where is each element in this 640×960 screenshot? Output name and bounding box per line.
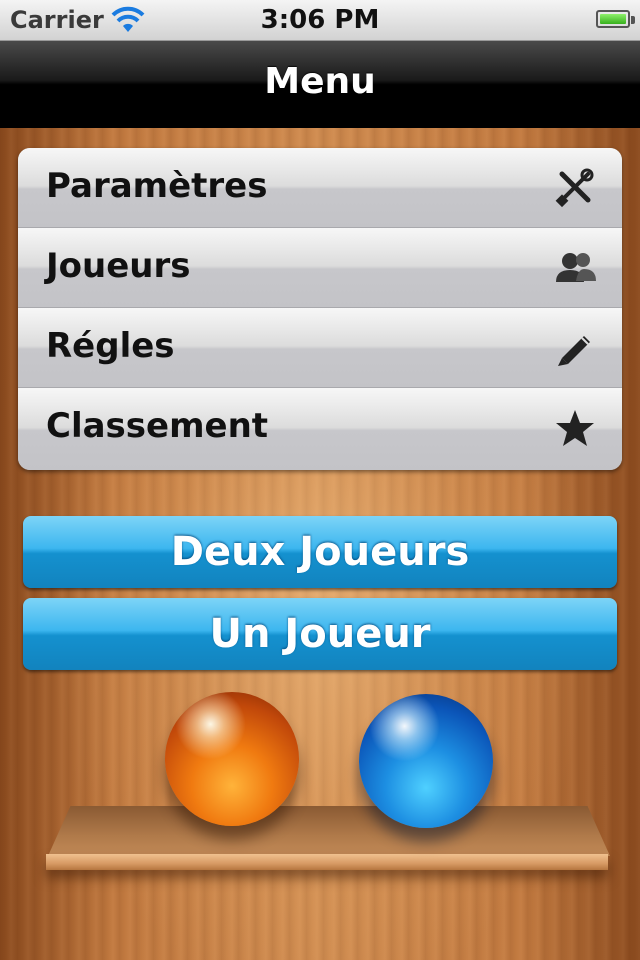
star-icon [556,410,594,446]
status-time: 3:06 PM [260,5,380,35]
menu-item-label: Classement [46,406,269,446]
menu-item-regles[interactable]: Régles [18,308,622,388]
menu-item-classement[interactable]: Classement [18,388,622,470]
menu-list: Paramètres Joueurs Régles Classement [18,148,622,470]
orange-marble [165,692,299,826]
one-player-label: Un Joueur [209,611,431,657]
battery-icon [596,10,630,28]
status-bar: Carrier 3:06 PM [0,0,640,41]
navigation-bar: Menu [0,41,640,128]
two-players-button[interactable]: Deux Joueurs [23,516,617,588]
users-icon [556,253,596,282]
menu-item-label: Paramètres [46,166,268,206]
blue-marble [359,694,493,828]
tools-icon [555,168,594,208]
menu-item-label: Joueurs [46,246,191,286]
menu-item-label: Régles [46,326,175,366]
battery-fill [600,14,626,24]
menu-item-joueurs[interactable]: Joueurs [18,228,622,308]
shelf [48,806,610,856]
two-players-label: Deux Joueurs [170,529,470,575]
one-player-button[interactable]: Un Joueur [23,598,617,670]
page-title: Menu [264,61,376,102]
battery-cap [631,16,635,24]
shelf-front [46,854,608,870]
menu-item-parametres[interactable]: Paramètres [18,148,622,228]
pencil-icon [558,336,590,366]
